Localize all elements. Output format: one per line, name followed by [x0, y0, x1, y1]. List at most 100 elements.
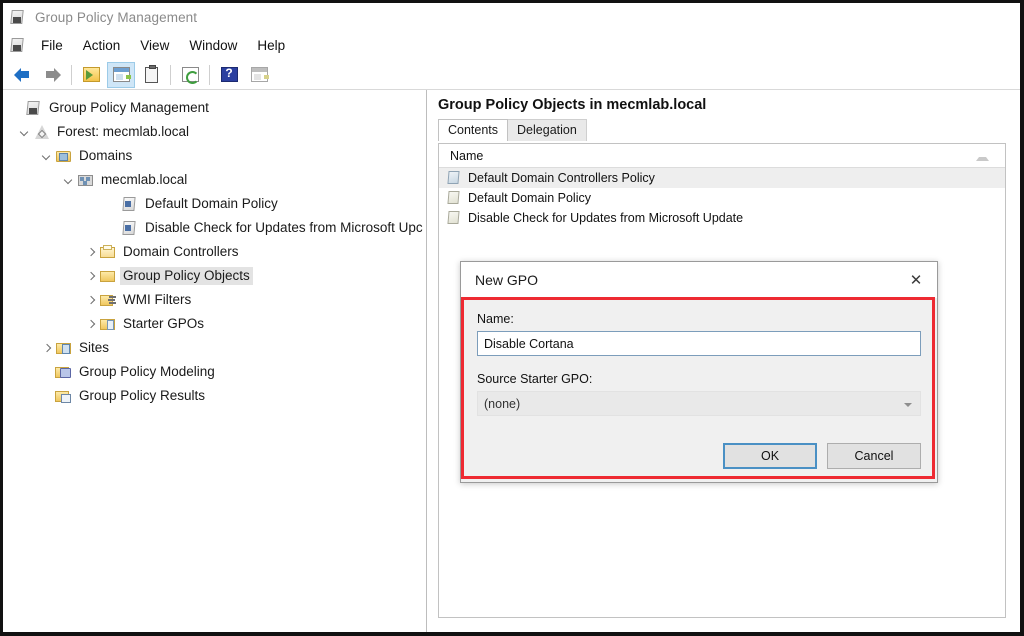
menu-help[interactable]: Help [247, 35, 295, 56]
tree-item-label: WMI Filters [123, 292, 192, 307]
menu-window[interactable]: Window [179, 35, 247, 56]
forward-button[interactable] [38, 62, 66, 88]
console-tree-pane: Group Policy Management Forest: mecmlab.… [3, 90, 427, 632]
tree-item-domain-controllers[interactable]: Domain Controllers [3, 240, 426, 264]
tree-item-label: Forest: mecmlab.local [57, 124, 190, 139]
table-row[interactable]: Default Domain Controllers Policy [439, 168, 1005, 188]
help-button[interactable] [215, 62, 243, 88]
dialog-spacer [477, 356, 921, 372]
source-starter-gpo-select[interactable]: (none) [477, 391, 921, 416]
tree-item-group-policy-management[interactable]: Group Policy Management [3, 96, 426, 120]
table-row[interactable]: Default Domain Policy [439, 188, 1005, 208]
folder-up-icon [82, 67, 100, 82]
ok-button[interactable]: OK [723, 443, 817, 469]
chevron-down-icon [904, 403, 912, 407]
tree-item-label: Group Policy Management [49, 100, 209, 115]
tree-item-domains[interactable]: Domains [3, 144, 426, 168]
name-label: Name: [477, 312, 514, 326]
tree-item-label: Default Domain Policy [145, 196, 278, 211]
tree-chevron-collapsed-icon[interactable] [83, 316, 99, 332]
tree-item-starter-gpos[interactable]: Starter GPOs [3, 312, 426, 336]
refresh-icon [181, 67, 199, 84]
tree-chevron-none [39, 364, 55, 380]
tree-item-label: Domain Controllers [123, 244, 239, 259]
tree-item-label: Sites [79, 340, 110, 355]
tree-chevron-none [39, 388, 55, 404]
tree-chevron-collapsed-icon[interactable] [83, 268, 99, 284]
sort-ascending-icon [976, 153, 989, 161]
gpo-icon [121, 196, 139, 213]
console-menu-icon[interactable] [9, 37, 26, 54]
tree-item-label: Group Policy Results [79, 388, 206, 403]
tree-chevron-none [105, 220, 121, 236]
tree-item-group-policy-objects[interactable]: Group Policy Objects [3, 264, 426, 288]
new-gpo-dialog: New GPO ✕ Name: Source Starter GPO: (non… [460, 261, 938, 483]
tree-chevron-none [105, 196, 121, 212]
tree-chevron-expanded-icon[interactable] [61, 172, 77, 188]
tree-item-wmi-filters[interactable]: WMI Filters [3, 288, 426, 312]
list-header: Name [439, 144, 1005, 168]
menu-view[interactable]: View [130, 35, 179, 56]
tree-chevron-collapsed-icon[interactable] [83, 244, 99, 260]
table-row[interactable]: Disable Check for Updates from Microsoft… [439, 208, 1005, 228]
back-button[interactable] [8, 62, 36, 88]
group-policy-results-icon [55, 388, 73, 405]
tree-chevron-expanded-icon[interactable] [17, 124, 33, 140]
toolbar-separator-1 [71, 64, 72, 85]
tab-strip: Contents Delegation [438, 119, 1020, 141]
toolbar [3, 60, 1020, 90]
tree-item-label: Starter GPOs [123, 316, 205, 331]
tree-item-label: Disable Check for Updates from Microsoft… [145, 220, 423, 235]
sites-folder-icon [55, 340, 73, 357]
gpo-icon [446, 170, 462, 186]
tree-item-forest[interactable]: Forest: mecmlab.local [3, 120, 426, 144]
up-one-level-button[interactable] [77, 62, 105, 88]
starter-gpos-folder-icon [99, 316, 117, 333]
wmi-filters-folder-icon [99, 292, 117, 309]
dialog-title-bar: New GPO ✕ [461, 262, 937, 298]
window-title: Group Policy Management [35, 9, 198, 25]
gpo-name: Disable Check for Updates from Microsoft… [468, 211, 744, 225]
tree-item-label: Group Policy Modeling [79, 364, 215, 379]
menu-action[interactable]: Action [73, 35, 131, 56]
details-header-title: Group Policy Objects in mecmlab.local [438, 97, 707, 113]
gpo-name-input[interactable] [477, 331, 921, 356]
tree-item-mecmlab-local[interactable]: mecmlab.local [3, 168, 426, 192]
tab-contents[interactable]: Contents [438, 119, 509, 141]
help-icon [220, 66, 238, 82]
dialog-body: Name: Source Starter GPO: (none) OK Canc… [461, 298, 937, 482]
gpo-icon [446, 210, 462, 226]
refresh-button[interactable] [176, 62, 204, 88]
tree-item-group-policy-results[interactable]: Group Policy Results [3, 384, 426, 408]
console-tree-icon [112, 67, 130, 82]
tree-item-label: Group Policy Objects [120, 267, 253, 285]
column-header-name[interactable]: Name [439, 149, 483, 163]
show-hide-console-tree-button[interactable] [107, 61, 135, 88]
toolbar-separator-3 [209, 64, 210, 85]
gpo-icon [121, 220, 139, 237]
tree-item-disable-check-for-updates[interactable]: Disable Check for Updates from Microsoft… [3, 216, 426, 240]
arrow-right-icon [44, 67, 61, 82]
menu-file[interactable]: File [31, 35, 73, 56]
title-bar: Group Policy Management [3, 3, 1020, 31]
tree-item-default-domain-policy[interactable]: Default Domain Policy [3, 192, 426, 216]
source-starter-gpo-value: (none) [484, 396, 521, 411]
cancel-button[interactable]: Cancel [827, 443, 921, 469]
dialog-title: New GPO [475, 272, 539, 288]
toolbar-separator-2 [170, 64, 171, 85]
tree-item-sites[interactable]: Sites [3, 336, 426, 360]
close-icon[interactable]: ✕ [895, 265, 937, 295]
group-policy-modeling-icon [55, 364, 73, 381]
tree-item-label: Domains [79, 148, 133, 163]
gpo-icon [446, 190, 462, 206]
tab-delegation[interactable]: Delegation [507, 119, 587, 141]
tree-chevron-collapsed-icon[interactable] [39, 340, 55, 356]
action-pane-icon [250, 67, 268, 82]
tree-item-group-policy-modeling[interactable]: Group Policy Modeling [3, 360, 426, 384]
properties-button[interactable] [137, 62, 165, 88]
mmc-console-icon [25, 100, 43, 117]
tree-chevron-collapsed-icon[interactable] [83, 292, 99, 308]
tree-chevron-expanded-icon[interactable] [39, 148, 55, 164]
ou-folder-icon [99, 244, 117, 261]
show-hide-action-pane-button[interactable] [245, 62, 273, 88]
